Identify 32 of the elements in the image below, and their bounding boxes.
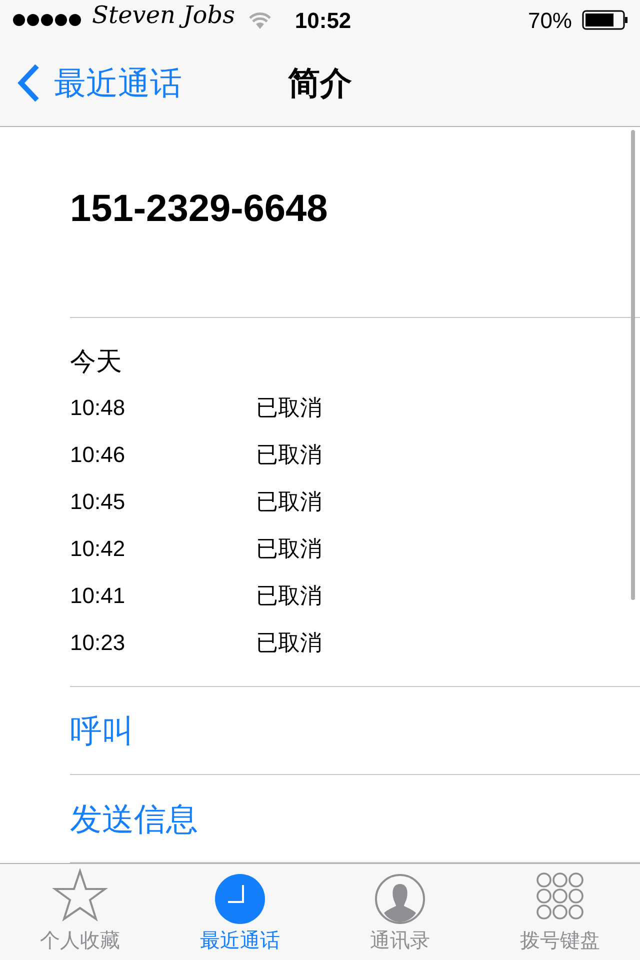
clock-icon [215, 874, 265, 924]
battery-percent: 70% [528, 6, 572, 34]
battery-icon [582, 10, 628, 30]
call-time: 10:46 [70, 441, 126, 470]
signal-icon [12, 13, 82, 27]
call-time: 10:45 [70, 488, 126, 516]
call-status: 已取消 [256, 629, 322, 658]
chevron-left-icon [16, 63, 40, 104]
carrier-name: Steven Jobs [92, 3, 235, 27]
page-title: 简介 [288, 64, 352, 104]
wifi-icon [246, 10, 273, 30]
call-status: 已取消 [256, 441, 322, 470]
person-icon [375, 874, 425, 924]
back-button[interactable]: 最近通话 [0, 59, 182, 108]
tab-item[interactable]: 拨号键盘 [480, 864, 640, 960]
action-link[interactable]: 发送信息 [70, 794, 198, 843]
call-time: 10:42 [70, 535, 126, 564]
call-status: 已取消 [256, 488, 322, 516]
tab-item[interactable]: 最近通话 [160, 864, 320, 960]
tab-item[interactable]: 通讯录 [320, 864, 480, 960]
call-time: 10:23 [70, 629, 126, 658]
call-status: 已取消 [256, 535, 322, 564]
call-status: 已取消 [256, 582, 322, 610]
call-time: 10:41 [70, 582, 126, 610]
star-icon [52, 868, 108, 924]
phone-number: 151-2329-6648 [70, 188, 328, 230]
status-time: 10:52 [294, 6, 352, 34]
action-link[interactable]: 呼叫 [70, 706, 134, 755]
call-status: 已取消 [256, 394, 322, 422]
date-heading: 今天 [70, 345, 123, 378]
call-time: 10:48 [70, 394, 126, 422]
tab-item[interactable]: 个人收藏 [0, 864, 160, 960]
